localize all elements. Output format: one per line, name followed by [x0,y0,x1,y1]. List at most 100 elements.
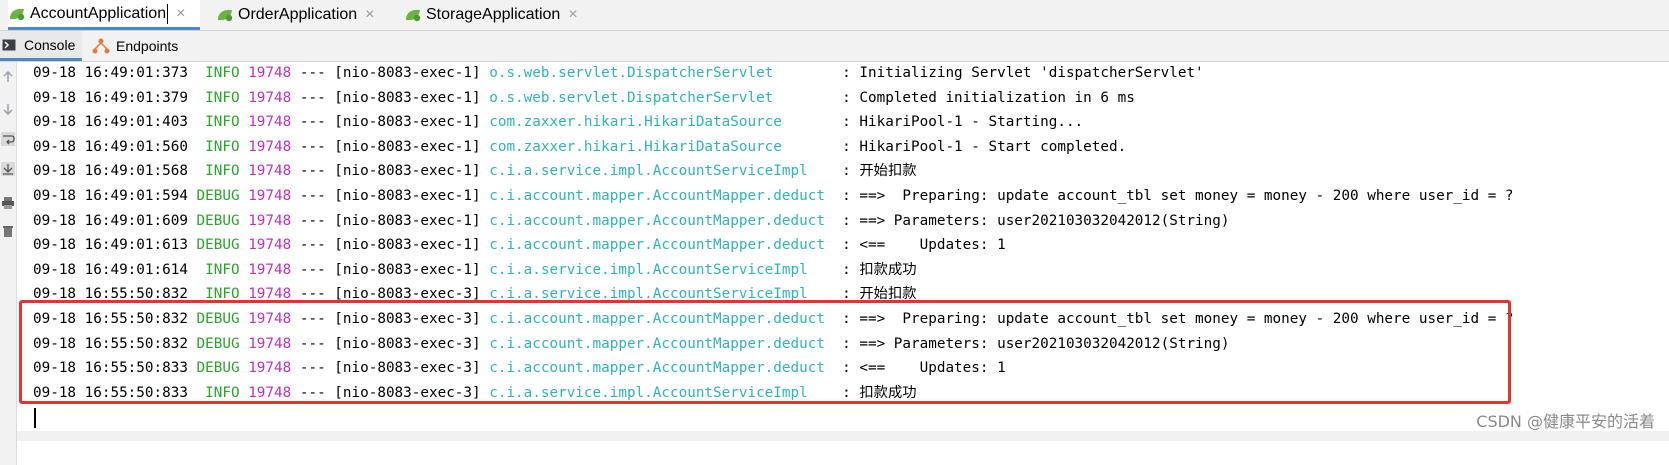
log-separator: --- [299,65,326,81]
highlight-box [19,300,1511,404]
text-caret [167,3,169,24]
log-separator: --- [299,89,326,106]
scroll-to-end-icon[interactable] [1,162,15,176]
log-separator: --- [299,188,326,204]
trash-icon[interactable] [1,224,15,238]
log-logger: o.s.web.servlet.DispatcherServlet [489,65,834,81]
log-line: 09-18 16:49:01:609 DEBUG 19748 --- [nio-… [33,211,1230,231]
log-thread: [nio-8083-exec-1] [334,89,481,106]
log-line: 09-18 16:49:01:568 INFO 19748 --- [nio-8… [33,161,917,181]
run-tab-label: OrderApplication [238,6,358,23]
log-line: 09-18 16:49:01:403 INFO 19748 --- [nio-8… [33,112,1083,132]
log-thread: [nio-8083-exec-1] [334,163,481,180]
log-message: : ==> Parameters: user202103032042012(St… [842,212,1230,229]
log-level: INFO [196,138,240,155]
log-timestamp: 09-18 16:49:01:609 [33,212,188,229]
log-thread: [nio-8083-exec-1] [334,261,481,278]
log-level: INFO [196,89,240,106]
log-pid: 19748 [248,237,292,254]
log-line: 09-18 16:49:01:614 INFO 19748 --- [nio-8… [33,260,917,280]
log-line: 09-18 16:49:01:560 INFO 19748 --- [nio-8… [33,137,1126,157]
watermark: CSDN @健康平安的活着 [1476,412,1655,431]
run-tabs-bar: AccountApplication × OrderApplication × … [0,0,1669,31]
log-separator: --- [299,261,326,278]
log-separator: --- [299,138,326,155]
log-logger: c.i.a.service.impl.AccountServiceImpl [489,261,834,278]
run-tab-label: StorageApplication [426,6,561,23]
log-message: : HikariPool-1 - Start completed. [842,138,1127,155]
tab-endpoints[interactable]: Endpoints [92,31,192,61]
log-message: : ==> Preparing: update account_tbl set … [842,188,1514,204]
log-pid: 19748 [248,261,292,278]
log-timestamp: 09-18 16:49:01:614 [33,261,188,278]
tab-endpoints-label: Endpoints [116,38,179,54]
arrow-down-icon[interactable] [1,102,15,116]
console-icon [2,39,16,50]
log-line: 09-18 16:49:01:379 INFO 19748 --- [nio-8… [33,88,1135,108]
log-logger: o.s.web.servlet.DispatcherServlet [489,89,834,106]
log-level: INFO [196,261,240,278]
log-pid: 19748 [248,114,292,131]
log-logger: c.i.account.mapper.AccountMapper.deduct [489,212,834,229]
run-tab-account[interactable]: AccountApplication × [8,0,200,30]
log-pid: 19748 [248,89,292,106]
log-level: INFO [196,163,240,180]
log-pid: 19748 [248,65,292,81]
log-logger: com.zaxxer.hikari.HikariDataSource [489,114,834,131]
log-timestamp: 09-18 16:49:01:613 [33,237,188,254]
log-line: 09-18 16:49:01:594 DEBUG 19748 --- [nio-… [33,186,1514,206]
spring-leaf-icon [218,9,233,22]
log-message: : HikariPool-1 - Starting... [842,114,1084,131]
spring-leaf-icon [10,8,25,20]
log-pid: 19748 [248,188,292,204]
log-line: 09-18 16:49:01:373 INFO 19748 --- [nio-8… [33,63,1204,83]
soft-wrap-icon[interactable] [1,132,15,146]
close-icon[interactable]: × [365,6,374,24]
run-tab-label: AccountApplication [30,4,167,22]
log-thread: [nio-8083-exec-1] [334,188,481,204]
log-pid: 19748 [248,163,292,180]
log-timestamp: 09-18 16:49:01:403 [33,114,188,131]
spring-leaf-icon [406,9,421,22]
log-message: : Completed initialization in 6 ms [842,89,1135,106]
print-icon[interactable] [1,196,15,210]
log-thread: [nio-8083-exec-1] [334,65,481,81]
log-separator: --- [299,114,326,131]
log-separator: --- [299,163,326,180]
log-pid: 19748 [248,138,292,155]
endpoints-icon [92,38,110,54]
log-level: INFO [196,65,240,81]
arrow-up-icon[interactable] [1,70,15,84]
log-thread: [nio-8083-exec-1] [334,212,481,229]
log-level: DEBUG [196,188,240,204]
close-icon[interactable]: × [176,5,185,23]
log-logger: c.i.a.service.impl.AccountServiceImpl [489,163,834,180]
log-logger: c.i.account.mapper.AccountMapper.deduct [489,188,834,204]
tab-console-label: Console [24,36,76,53]
log-message: : 开始扣款 [842,163,917,180]
close-icon[interactable]: × [568,6,577,24]
tool-tabs-bar: Console Endpoints [0,31,1669,62]
log-thread: [nio-8083-exec-1] [334,237,481,254]
log-timestamp: 09-18 16:49:01:379 [33,89,188,106]
log-level: INFO [196,114,240,131]
tab-console[interactable]: Console [0,31,82,61]
console-toolbar [0,62,17,465]
log-message: : 扣款成功 [842,261,917,278]
console-output[interactable]: 09-18 16:49:01:373 INFO 19748 --- [nio-8… [17,62,1669,465]
log-timestamp: 09-18 16:49:01:594 [33,188,188,204]
run-tab-storage[interactable]: StorageApplication × [404,0,594,30]
log-message: : <== Updates: 1 [842,237,1006,254]
log-separator: --- [299,237,326,254]
log-pid: 19748 [248,212,292,229]
log-separator: --- [299,212,326,229]
log-timestamp: 09-18 16:49:01:373 [33,65,188,81]
log-thread: [nio-8083-exec-1] [334,114,481,131]
log-thread: [nio-8083-exec-1] [334,138,481,155]
log-timestamp: 09-18 16:49:01:560 [33,138,188,155]
horizontal-scrollbar[interactable] [17,431,1669,441]
text-cursor [34,408,36,428]
run-tab-order[interactable]: OrderApplication × [216,0,396,30]
log-level: DEBUG [196,237,240,254]
log-timestamp: 09-18 16:49:01:568 [33,163,188,180]
